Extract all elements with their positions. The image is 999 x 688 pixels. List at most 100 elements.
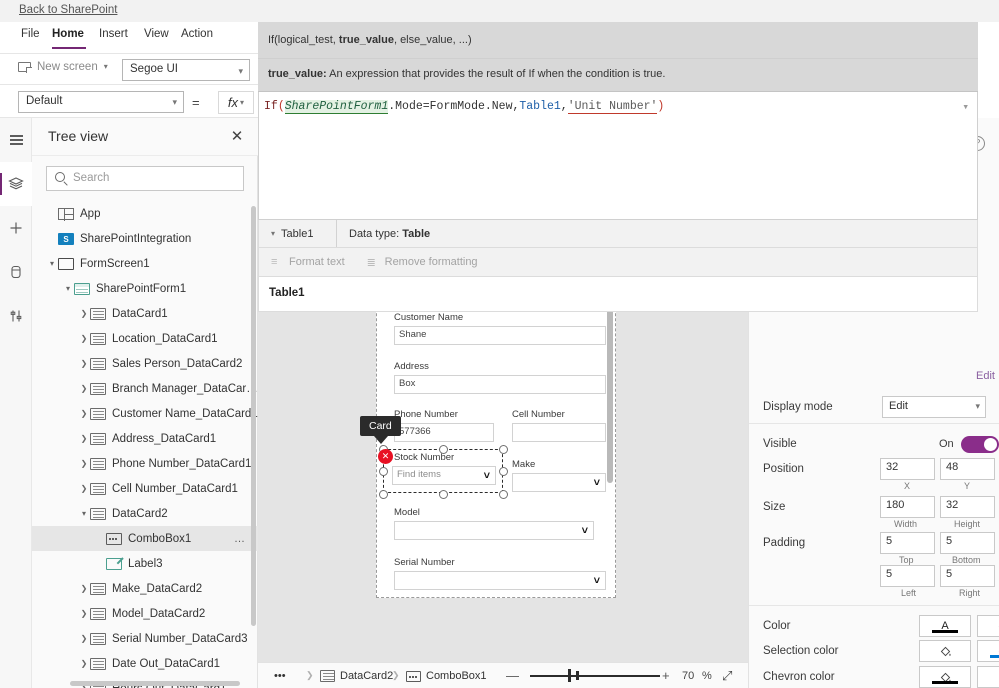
padding-bottom-input[interactable]: 5: [940, 532, 995, 554]
fit-to-screen-icon[interactable]: ⤢: [722, 668, 732, 684]
resize-handle-e[interactable]: [499, 467, 508, 476]
new-screen-button[interactable]: New screen ▾: [18, 61, 108, 73]
padding-left-input[interactable]: 5: [880, 565, 935, 587]
property-select[interactable]: Default ▾: [18, 91, 184, 113]
hamburger-menu-icon[interactable]: [0, 118, 32, 162]
fx-button[interactable]: fx ▾: [218, 91, 254, 114]
size-width-input[interactable]: 180: [880, 496, 935, 518]
format-text-button[interactable]: ≡ Format text: [271, 256, 345, 268]
canvas-vertical-scrollbar[interactable]: [607, 283, 613, 483]
tree-node-more-icon[interactable]: …: [234, 533, 246, 545]
tree-node-label3[interactable]: Label3: [32, 551, 258, 576]
tree-node-datacard2[interactable]: ▾ DataCard2: [32, 501, 258, 526]
size-height-input[interactable]: 32: [940, 496, 995, 518]
tree-node-customer-name-datacard1[interactable]: ❯ Customer Name_DataCard1: [32, 401, 258, 426]
close-icon[interactable]: ✕: [228, 127, 246, 145]
chevron-right-icon[interactable]: ❯: [78, 309, 90, 318]
formula-input[interactable]: If(SharePointForm1.Mode=FormMode.New,Tab…: [258, 92, 978, 220]
menu-item-view[interactable]: View: [144, 28, 169, 40]
tree-node-app[interactable]: App: [32, 201, 258, 226]
field-input-cell-number[interactable]: [512, 423, 606, 442]
resize-handle-ne[interactable]: [499, 445, 508, 454]
breadcrumb-combobox1[interactable]: ComboBox1: [406, 670, 487, 682]
zoom-slider-thumb[interactable]: [568, 669, 571, 682]
chevron-down-icon[interactable]: ▾: [46, 259, 58, 268]
chevron-down-icon[interactable]: ▾: [62, 284, 74, 293]
field-input-customer-name[interactable]: Shane: [394, 326, 606, 345]
field-input-make[interactable]: ˅: [512, 473, 606, 492]
tree-node-serial-number-datacard3[interactable]: ❯ Serial Number_DataCard3: [32, 626, 258, 651]
chevron-right-icon[interactable]: ❯: [78, 384, 90, 393]
tree-node-sharepointform1[interactable]: ▾ SharePointForm1: [32, 276, 258, 301]
remove-formatting-button[interactable]: ≣ Remove formatting: [367, 256, 478, 269]
tree-node-model-datacard2[interactable]: ❯ Model_DataCard2: [32, 601, 258, 626]
padding-top-input[interactable]: 5: [880, 532, 935, 554]
advanced-settings-icon[interactable]: [0, 294, 32, 338]
tree-node-formscreen1[interactable]: ▾ FormScreen1: [32, 251, 258, 276]
tree-node-combobox1[interactable]: ComboBox1…: [32, 526, 258, 551]
resize-handle-sw[interactable]: [379, 490, 388, 499]
tree-node-make-datacard2[interactable]: ❯ Make_DataCard2: [32, 576, 258, 601]
resize-handle-s[interactable]: [439, 490, 448, 499]
field-input-serial-number[interactable]: ˅: [394, 571, 606, 590]
padding-right-input[interactable]: 5: [940, 565, 995, 587]
data-sources-icon[interactable]: [0, 250, 32, 294]
chevron-right-icon[interactable]: ❯: [78, 609, 90, 618]
fill-color-button[interactable]: [977, 615, 999, 637]
position-x-input[interactable]: 32: [880, 458, 935, 480]
chevron-right-icon[interactable]: ❯: [78, 434, 90, 443]
breadcrumb-overflow[interactable]: •••: [274, 670, 286, 682]
chevron-right-icon[interactable]: ❯: [78, 409, 90, 418]
chevron-down-icon[interactable]: ▾: [78, 509, 90, 518]
chevron-right-icon[interactable]: ❯: [78, 659, 90, 668]
tree-node-phone-number-datacard1[interactable]: ❯ Phone Number_DataCard1: [32, 451, 258, 476]
selection-accent-button[interactable]: [977, 640, 999, 662]
resize-handle-n[interactable]: [439, 445, 448, 454]
menu-item-file[interactable]: File: [21, 28, 40, 40]
chevron-down-icon[interactable]: ▾: [962, 100, 969, 114]
tree-node-address-datacard1[interactable]: ❯ Address_DataCard1: [32, 426, 258, 451]
visible-toggle[interactable]: [961, 436, 999, 453]
tree-view-icon[interactable]: [0, 162, 32, 206]
position-y-input[interactable]: 48: [940, 458, 995, 480]
chevron-right-icon[interactable]: ❯: [78, 459, 90, 468]
formula-suggestion-item[interactable]: Table1: [258, 277, 978, 312]
zoom-out-button[interactable]: —: [506, 669, 519, 682]
form-screen-preview[interactable]: Customer Name Shane Address Box Phone Number…: [360, 271, 616, 598]
chevron-right-icon[interactable]: ❯: [78, 584, 90, 593]
delete-control-button[interactable]: ✕: [378, 449, 393, 464]
tree-vertical-scrollbar[interactable]: [251, 206, 256, 626]
field-input-address[interactable]: Box: [394, 375, 606, 394]
field-input-phone-number[interactable]: 577366: [394, 423, 494, 442]
tree-node-datacard1[interactable]: ❯ DataCard1: [32, 301, 258, 326]
formula-type-name-group[interactable]: ▾ Table1: [259, 220, 337, 247]
edit-link[interactable]: Edit: [976, 370, 995, 382]
display-mode-select[interactable]: Edit ▾: [882, 396, 986, 418]
insert-plus-icon[interactable]: [0, 206, 32, 250]
chevron-right-icon[interactable]: ❯: [78, 634, 90, 643]
chevron-right-icon[interactable]: ❯: [78, 359, 90, 368]
font-family-select[interactable]: Segoe UI ▾: [122, 59, 250, 81]
combobox-selection-frame[interactable]: Card ✕ Stock Number Find items ˅: [360, 416, 508, 499]
field-input-model[interactable]: ˅: [394, 521, 594, 540]
menu-item-home[interactable]: Home: [52, 28, 84, 40]
tree-search-input[interactable]: Search: [46, 166, 244, 191]
menu-item-action[interactable]: Action: [181, 28, 213, 40]
resize-handle-se[interactable]: [499, 490, 508, 499]
tree-node-cell-number-datacard1[interactable]: ❯ Cell Number_DataCard1: [32, 476, 258, 501]
resize-handle-w[interactable]: [379, 467, 388, 476]
text-color-button[interactable]: A: [919, 615, 971, 637]
back-to-sharepoint-link[interactable]: Back to SharePoint: [19, 4, 117, 16]
zoom-slider-track[interactable]: [530, 675, 660, 677]
chevron-right-icon[interactable]: ❯: [78, 334, 90, 343]
breadcrumb-datacard2[interactable]: DataCard2: [320, 670, 393, 682]
tree-horizontal-scrollbar[interactable]: [70, 681, 240, 686]
tree-node-date-out-datacard1[interactable]: ❯ Date Out_DataCard1: [32, 651, 258, 676]
chevron-secondary-button[interactable]: [977, 666, 999, 688]
stock-number-combobox[interactable]: Find items ˅: [392, 466, 496, 485]
chevron-right-icon[interactable]: ❯: [78, 484, 90, 493]
selection-fill-button[interactable]: [919, 640, 971, 662]
tree-node-sales-person-datacard2[interactable]: ❯ Sales Person_DataCard2: [32, 351, 258, 376]
chevron-fill-button[interactable]: [919, 666, 971, 688]
tree-node-branch-manager-datacard4[interactable]: ❯ Branch Manager_DataCard4: [32, 376, 258, 401]
